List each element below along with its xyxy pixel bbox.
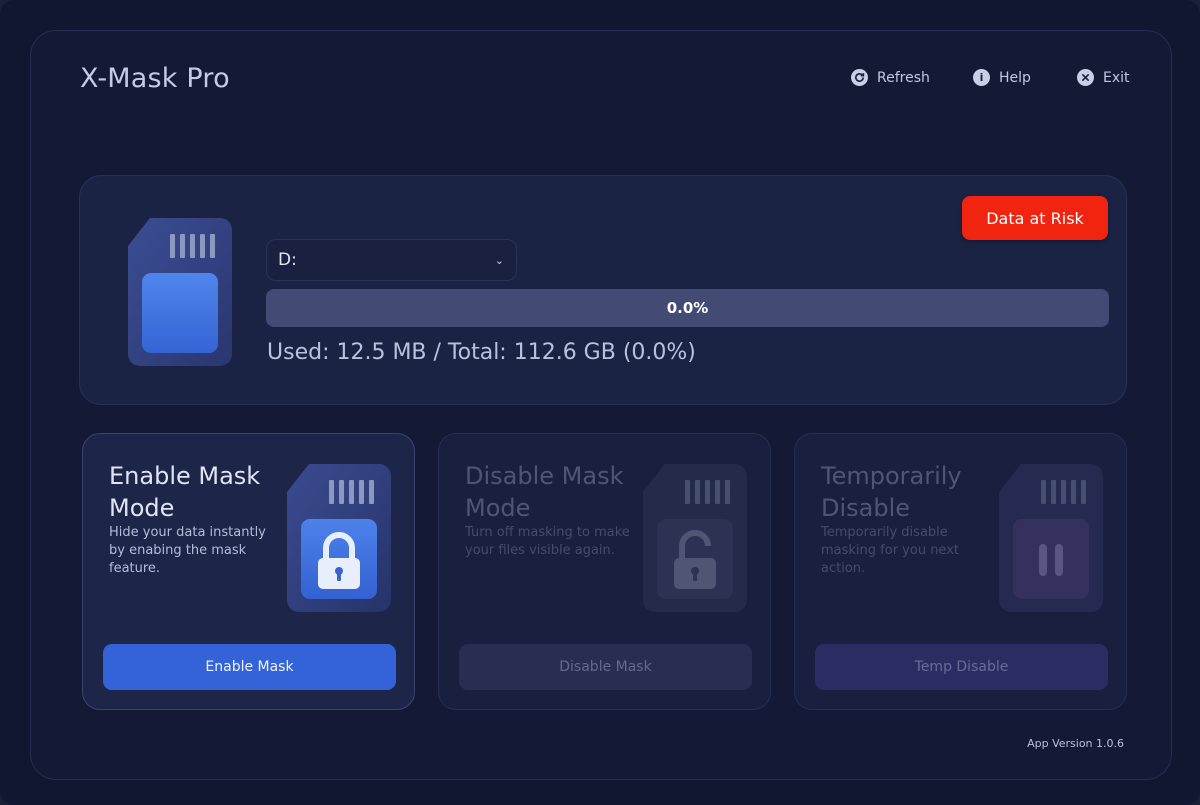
app-version: App Version 1.0.6 — [1027, 737, 1124, 750]
drive-status-panel: D: ⌄ Data at Risk 0.0% Used: 12.5 MB / T… — [79, 175, 1127, 405]
drive-select-value: D: — [278, 250, 297, 270]
drive-select[interactable]: D: ⌄ — [266, 239, 517, 281]
progress-percent: 0.0% — [666, 299, 709, 317]
sd-card-icon — [126, 216, 234, 372]
card-description: Temporarily disable masking for you next… — [821, 525, 959, 576]
card-title: Temporarily Disable — [821, 462, 962, 522]
info-icon: i — [973, 69, 990, 86]
lock-closed-icon — [285, 462, 393, 618]
temp-disable-card: Temporarily Disable Temporarily disable … — [794, 433, 1127, 710]
exit-label: Exit — [1103, 69, 1130, 86]
close-icon — [1077, 69, 1094, 86]
card-description: Hide your data instantly by enabing the … — [109, 525, 266, 576]
data-at-risk-button[interactable]: Data at Risk — [962, 196, 1108, 240]
main-window: X-Mask Pro Refresh i Help Exit D: ⌄ Data… — [30, 30, 1172, 780]
app-backdrop: X-Mask Pro Refresh i Help Exit D: ⌄ Data… — [0, 0, 1200, 805]
refresh-icon — [851, 69, 868, 86]
help-button[interactable]: i Help — [973, 69, 1031, 86]
help-label: Help — [999, 69, 1031, 86]
enable-mask-card: Enable Mask Mode Hide your data instantl… — [82, 433, 415, 710]
card-title: Disable Mask Mode — [465, 462, 624, 522]
lock-open-icon — [641, 462, 749, 618]
temp-disable-button[interactable]: Temp Disable — [815, 644, 1108, 690]
toolbar: Refresh i Help Exit — [31, 69, 1171, 93]
refresh-label: Refresh — [877, 69, 930, 86]
pause-icon — [997, 462, 1105, 618]
disable-mask-button[interactable]: Disable Mask — [459, 644, 752, 690]
disable-mask-card: Disable Mask Mode Turn off masking to ma… — [438, 433, 771, 710]
chevron-down-icon: ⌄ — [494, 253, 504, 267]
usage-text: Used: 12.5 MB / Total: 112.6 GB (0.0%) — [267, 340, 696, 365]
enable-mask-button[interactable]: Enable Mask — [103, 644, 396, 690]
card-description: Turn off masking to make your files visi… — [465, 525, 630, 558]
usage-progress-bar: 0.0% — [266, 289, 1109, 327]
refresh-button[interactable]: Refresh — [851, 69, 930, 86]
card-title: Enable Mask Mode — [109, 462, 261, 522]
exit-button[interactable]: Exit — [1077, 69, 1130, 86]
